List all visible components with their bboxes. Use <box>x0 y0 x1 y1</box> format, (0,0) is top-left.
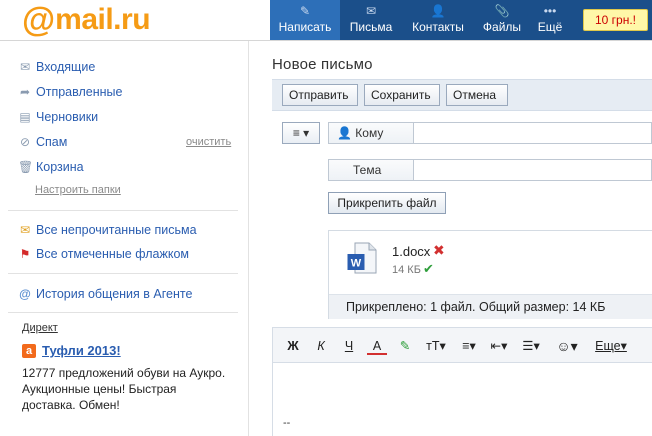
filter-unread-label: Все непрочитанные письма <box>36 223 197 237</box>
italic-button[interactable]: К <box>311 337 331 355</box>
folder-inbox-label: Входящие <box>36 60 96 74</box>
signature: -- <box>283 417 291 429</box>
divider <box>8 273 238 274</box>
upload-ok-icon: ✔ <box>423 261 434 276</box>
agent-history-label: История общения в Агенте <box>36 287 193 301</box>
mailru-logo[interactable]: @ mail.ru <box>22 1 151 39</box>
top-bar: @ mail.ru ✎ Написать ✉ Письма 👤 Контакты… <box>0 0 652 41</box>
bold-button[interactable]: Ж <box>283 337 303 355</box>
send-button[interactable]: Отправить <box>282 84 358 106</box>
sidebar: ✉ Входящие ➦ Отправленные ▤ Черновики ⊘ … <box>0 41 249 436</box>
subject-input[interactable] <box>413 159 652 181</box>
setup-folders-link[interactable]: Настроить папки <box>35 184 121 196</box>
balance-badge[interactable]: 10 грн.! <box>583 9 648 31</box>
to-label-text: Кому <box>355 126 384 140</box>
trash-icon: 🗑 <box>18 160 34 174</box>
highlight-button[interactable]: ✎ <box>395 337 415 355</box>
logo-text: mail.ru <box>55 3 151 36</box>
to-input[interactable] <box>413 122 652 144</box>
divider <box>8 210 238 211</box>
filter-flagged-label: Все отмеченные флажком <box>36 247 189 261</box>
folder-spam[interactable]: ⊘ Спам <box>18 134 67 150</box>
nav-letters-label: Письма <box>349 20 393 34</box>
subject-label: Тема <box>328 159 413 181</box>
word-doc-icon: W <box>347 242 377 274</box>
folder-trash[interactable]: 🗑 Корзина <box>18 159 84 175</box>
remove-attachment-icon[interactable]: ✖ <box>433 242 445 259</box>
font-size-button[interactable]: тТ▾ <box>423 337 449 355</box>
nav-more[interactable]: ••• Ещё <box>530 0 570 40</box>
to-label[interactable]: 👤 Кому <box>328 122 413 144</box>
drafts-icon: ▤ <box>19 110 31 124</box>
person-icon: 👤 <box>337 126 352 140</box>
compose-toolbar: Отправить Сохранить Отмена <box>272 79 652 111</box>
more-button[interactable]: Еще▾ <box>593 337 629 355</box>
filter-flagged[interactable]: ⚑ Все отмеченные флажком <box>18 246 189 262</box>
underline-button[interactable]: Ч <box>339 337 359 355</box>
page-title: Новое письмо <box>272 56 373 73</box>
auction-logo-icon: a <box>22 343 36 358</box>
filter-unread[interactable]: ✉ Все непрочитанные письма <box>18 222 197 238</box>
smiley-button[interactable]: ☺▾ <box>555 337 579 355</box>
divider <box>8 312 238 313</box>
field-menu-button[interactable]: ≡ ▾ <box>282 122 320 144</box>
paperclip-icon: 📎 <box>494 4 510 18</box>
sent-icon: ➦ <box>19 85 31 99</box>
inbox-icon: ✉ <box>19 60 31 74</box>
save-button[interactable]: Сохранить <box>364 84 440 106</box>
folder-sent-label: Отправленные <box>36 85 123 99</box>
clean-spam-link[interactable]: очистить <box>186 136 231 148</box>
flag-icon: ⚑ <box>19 247 31 261</box>
envelope-icon: ✉ <box>365 4 377 18</box>
compose-area: Новое письмо Отправить Сохранить Отмена … <box>272 41 652 436</box>
cancel-button[interactable]: Отмена <box>446 84 508 106</box>
unread-icon: ✉ <box>19 223 31 237</box>
attachments-panel: W 1.docx ✖ 14 КБ ✔ Прикреплено: 1 файл. … <box>328 230 652 319</box>
message-body-editor[interactable]: -- <box>272 363 652 436</box>
folder-sent[interactable]: ➦ Отправленные <box>18 84 123 100</box>
spam-icon: ⊘ <box>19 135 31 149</box>
attachment-name[interactable]: 1.docx <box>392 244 430 259</box>
attachment-size: 14 КБ <box>392 264 421 276</box>
nav-files[interactable]: 📎 Файлы <box>474 0 530 40</box>
nav-contacts-label: Контакты <box>412 20 464 34</box>
folder-inbox[interactable]: ✉ Входящие <box>18 59 95 75</box>
attachment-summary-text: Прикреплено: 1 файл. Общий размер: 14 КБ <box>346 300 606 314</box>
nav-contacts[interactable]: 👤 Контакты <box>402 0 474 40</box>
format-toolbar: Ж К Ч А ✎ тТ▾ ≡▾ ⇤▾ ☰▾ ☺▾ Еще▾ <box>272 327 652 363</box>
align-button[interactable]: ≡▾ <box>457 337 481 355</box>
ad-label[interactable]: Директ <box>22 322 58 334</box>
ad-title-text: Туфли 2013! <box>42 343 121 358</box>
svg-text:W: W <box>351 258 362 270</box>
folder-drafts[interactable]: ▤ Черновики <box>18 109 98 125</box>
nav-compose-label: Написать <box>278 20 332 34</box>
pencil-icon: ✎ <box>299 4 311 18</box>
attach-file-button[interactable]: Прикрепить файл <box>328 192 446 214</box>
list-button[interactable]: ☰▾ <box>519 337 543 355</box>
folder-drafts-label: Черновики <box>36 110 99 124</box>
attachment-summary: Прикреплено: 1 файл. Общий размер: 14 КБ <box>329 294 652 319</box>
dots-icon: ••• <box>543 4 557 18</box>
people-icon: 👤 <box>430 4 446 18</box>
ad-title[interactable]: a Туфли 2013! <box>22 343 121 358</box>
logo-at: @ <box>22 1 56 39</box>
nav-compose[interactable]: ✎ Написать <box>270 0 340 40</box>
folder-trash-label: Корзина <box>36 160 84 174</box>
agent-history[interactable]: @ История общения в Агенте <box>18 286 192 302</box>
nav-more-label: Ещё <box>537 20 563 34</box>
text-color-button[interactable]: А <box>367 337 387 355</box>
nav-files-label: Файлы <box>482 20 522 34</box>
folder-spam-label: Спам <box>36 135 68 149</box>
indent-button[interactable]: ⇤▾ <box>487 337 511 355</box>
nav-letters[interactable]: ✉ Письма <box>340 0 402 40</box>
agent-icon: @ <box>19 287 31 301</box>
ad-text: 12777 предложений обуви на Аукро. Аукцио… <box>22 366 226 412</box>
